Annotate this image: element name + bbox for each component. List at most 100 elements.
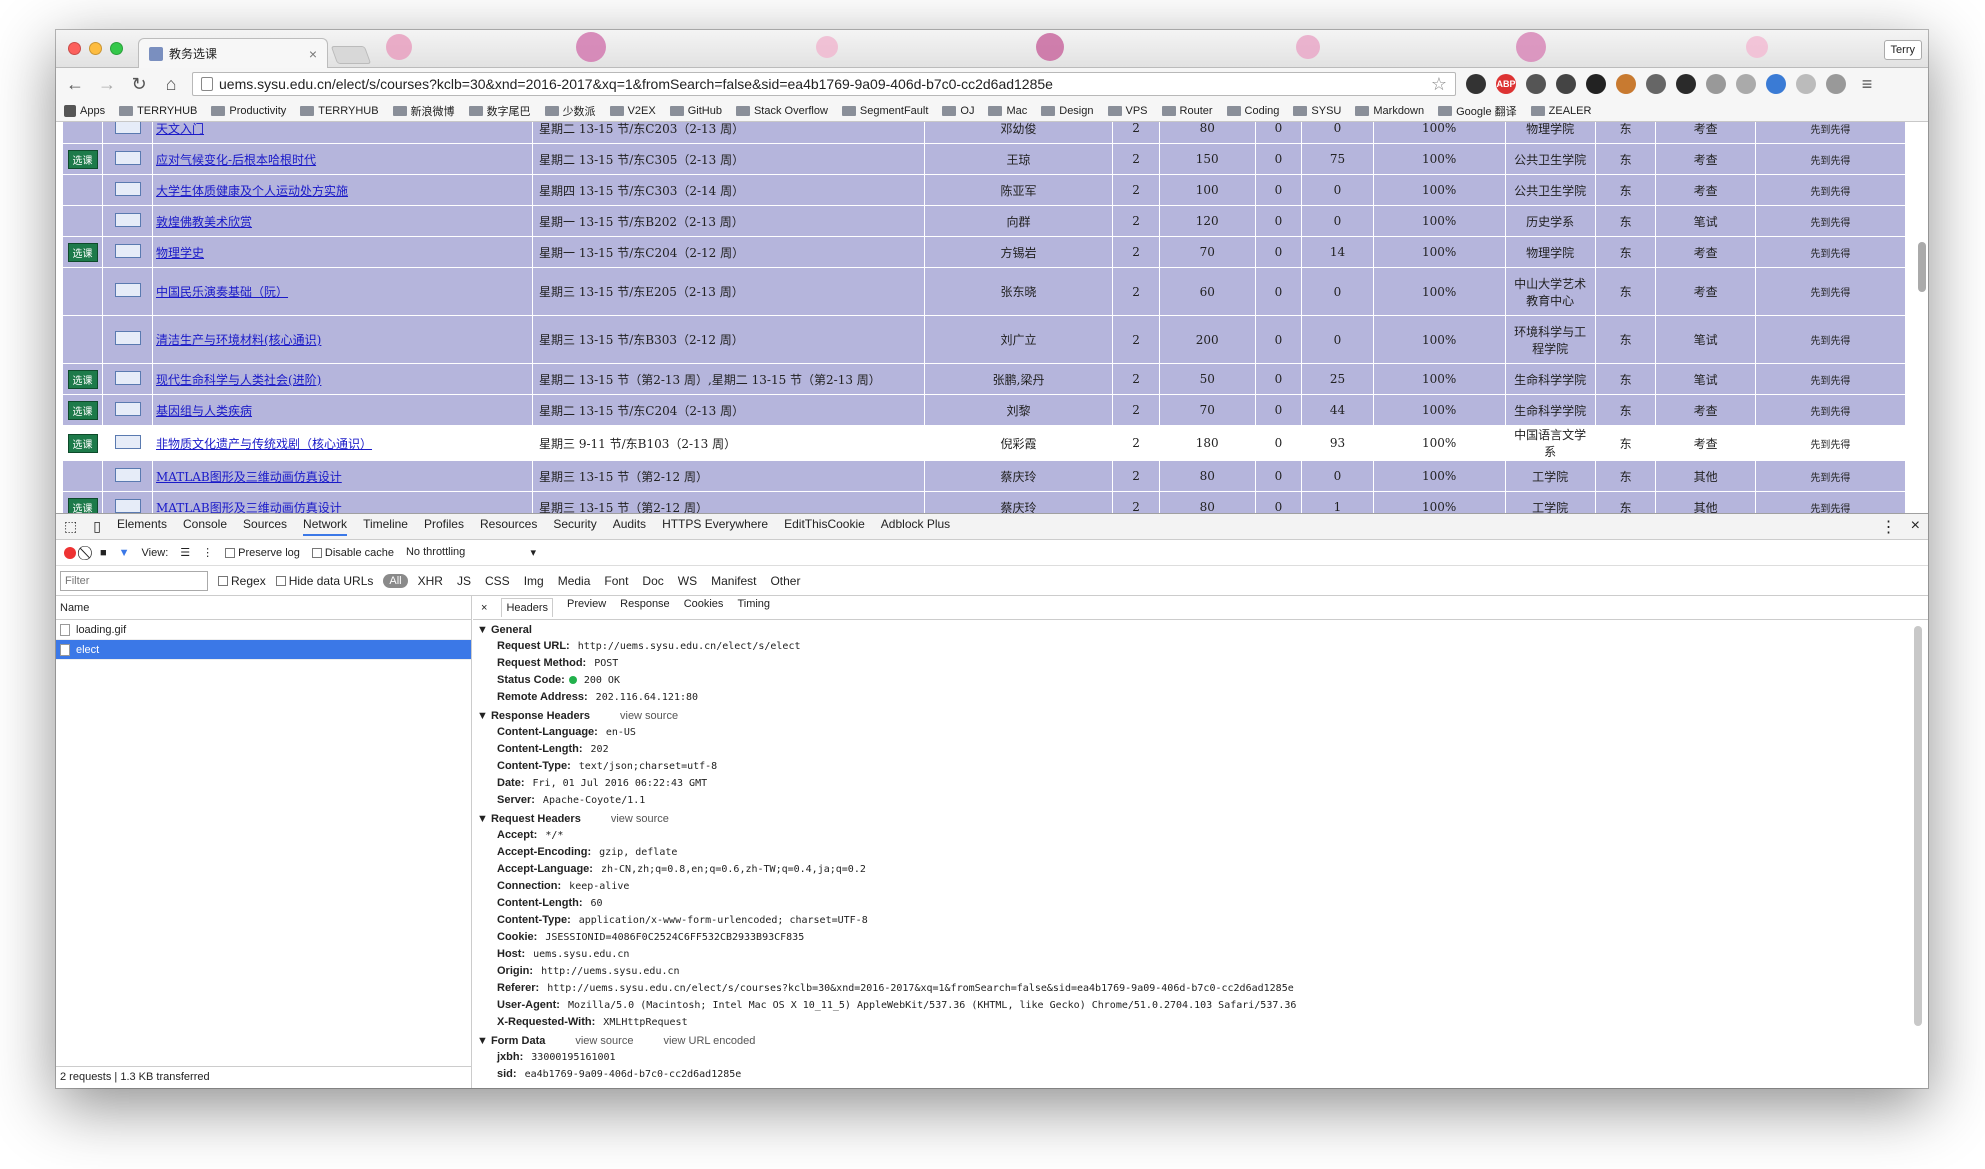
detail-tab[interactable]: Timing bbox=[737, 598, 770, 617]
devtools-tab[interactable]: Adblock Plus bbox=[881, 517, 950, 536]
collapse-triangle-icon[interactable]: ▼ bbox=[477, 710, 491, 722]
bookmark-item[interactable]: Google 翻译 bbox=[1438, 103, 1517, 119]
detail-tab[interactable]: Response bbox=[620, 598, 670, 617]
devtools-tab[interactable]: Profiles bbox=[424, 517, 464, 536]
view-url-encoded-link[interactable]: view URL encoded bbox=[663, 1035, 755, 1047]
cookie-icon[interactable] bbox=[1616, 74, 1636, 94]
course-info-icon[interactable] bbox=[114, 243, 141, 258]
bookmark-item[interactable]: SYSU bbox=[1293, 105, 1341, 117]
course-name-link[interactable]: 非物质文化遗产与传统戏剧（核心通识） bbox=[152, 425, 533, 461]
bookmark-item[interactable]: Coding bbox=[1226, 105, 1279, 117]
bookmark-item[interactable]: Stack Overflow bbox=[735, 105, 828, 117]
view-source-link[interactable]: view source bbox=[611, 813, 669, 825]
course-info-icon[interactable] bbox=[114, 498, 141, 513]
cloud-icon[interactable] bbox=[1826, 74, 1846, 94]
hide-data-urls-checkbox[interactable]: Hide data URLs bbox=[275, 574, 373, 588]
devtools-tab[interactable]: Console bbox=[183, 517, 227, 536]
inspect-icon[interactable]: ⬚ bbox=[64, 518, 77, 535]
new-tab-button[interactable] bbox=[330, 46, 372, 64]
section-header[interactable]: ▼ Form Data view source view URL encoded bbox=[473, 1033, 1928, 1049]
devtools-tab[interactable]: Security bbox=[553, 517, 596, 536]
umbrella-icon[interactable] bbox=[1736, 74, 1756, 94]
bookmark-item[interactable]: TERRYHUB bbox=[119, 105, 197, 117]
request-row[interactable]: elect bbox=[56, 640, 471, 660]
select-course-button[interactable]: 选课 bbox=[67, 149, 98, 169]
record-icon[interactable] bbox=[64, 546, 76, 559]
course-name-link[interactable]: 物理学史 bbox=[152, 236, 533, 268]
devtools-tab[interactable]: Sources bbox=[243, 517, 287, 536]
reload-icon[interactable]: ↻ bbox=[128, 74, 150, 95]
back-icon[interactable]: ← bbox=[64, 74, 86, 95]
home-icon[interactable]: ⌂ bbox=[160, 74, 182, 95]
section-header[interactable]: ▼ Request Headers view source bbox=[473, 811, 1928, 827]
select-course-button[interactable]: 选课 bbox=[67, 400, 98, 420]
filter-type-button[interactable]: CSS bbox=[485, 574, 510, 588]
filter-type-button[interactable]: Doc bbox=[642, 574, 663, 588]
bookmark-item[interactable]: Apps bbox=[64, 104, 105, 117]
devtools-tab[interactable]: Resources bbox=[480, 517, 537, 536]
camera-icon[interactable] bbox=[1676, 74, 1696, 94]
filter-type-button[interactable]: Other bbox=[770, 574, 800, 588]
bookmark-item[interactable]: Mac bbox=[988, 105, 1027, 117]
page-info-icon[interactable] bbox=[201, 77, 213, 91]
close-detail-icon[interactable]: × bbox=[481, 602, 487, 614]
devtools-tab[interactable]: Network bbox=[303, 517, 348, 536]
throttling-select[interactable]: No throttling ▾ bbox=[406, 546, 536, 559]
bookmark-item[interactable]: 新浪微博 bbox=[392, 103, 455, 119]
bookmark-item[interactable]: SegmentFault bbox=[841, 105, 928, 117]
page-scrollbar[interactable] bbox=[1918, 242, 1926, 292]
extension-icon[interactable] bbox=[1466, 74, 1486, 94]
course-name-link[interactable]: 应对气候变化-后根本哈根时代 bbox=[152, 143, 533, 175]
device-mode-icon[interactable]: ▯ bbox=[93, 518, 101, 535]
select-course-button[interactable]: 选课 bbox=[67, 497, 98, 513]
course-info-icon[interactable] bbox=[114, 283, 141, 297]
collapse-triangle-icon[interactable]: ▼ bbox=[477, 813, 491, 825]
filter-type-button[interactable]: Media bbox=[558, 574, 591, 588]
course-name-link[interactable]: 大学生体质健康及个人运动处方实施 bbox=[152, 174, 533, 206]
menu-icon[interactable]: ≡ bbox=[1856, 74, 1878, 95]
collapse-triangle-icon[interactable]: ▼ bbox=[477, 624, 491, 636]
name-column-header[interactable]: Name bbox=[56, 596, 471, 620]
filter-type-button[interactable]: Manifest bbox=[711, 574, 756, 588]
course-info-icon[interactable] bbox=[114, 212, 141, 227]
disable-cache-checkbox[interactable]: Disable cache bbox=[311, 547, 394, 559]
course-name-link[interactable]: 基因组与人类疾病 bbox=[152, 394, 533, 426]
course-info-icon[interactable] bbox=[114, 401, 141, 416]
capture-screenshots-icon[interactable]: ■ bbox=[100, 547, 107, 559]
bookmark-item[interactable]: Router bbox=[1161, 105, 1213, 117]
course-name-link[interactable]: MATLAB图形及三维动画仿真设计 bbox=[152, 491, 533, 513]
bookmark-item[interactable]: GitHub bbox=[669, 105, 722, 117]
section-header[interactable]: ▼ General bbox=[473, 622, 1928, 638]
filter-type-button[interactable]: WS bbox=[678, 574, 697, 588]
devtools-tab[interactable]: Elements bbox=[117, 517, 167, 536]
filter-all-button[interactable]: All bbox=[383, 573, 408, 588]
select-course-button[interactable]: 选课 bbox=[67, 242, 98, 262]
minimize-window-button[interactable] bbox=[89, 42, 102, 55]
devtools-tab[interactable]: HTTPS Everywhere bbox=[662, 517, 768, 536]
profile-button[interactable]: Terry bbox=[1883, 40, 1922, 60]
course-name-link[interactable]: 天文入门 bbox=[152, 122, 533, 144]
devtools-tab[interactable]: Audits bbox=[613, 517, 646, 536]
tree-icon[interactable] bbox=[1766, 74, 1786, 94]
sync-icon[interactable] bbox=[1646, 74, 1666, 94]
bookmark-item[interactable]: VPS bbox=[1107, 105, 1148, 117]
course-info-icon[interactable] bbox=[114, 370, 141, 385]
filter-type-button[interactable]: JS bbox=[457, 574, 471, 588]
collapse-triangle-icon[interactable]: ▼ bbox=[477, 1035, 491, 1047]
bookmark-item[interactable]: 数字尾巴 bbox=[468, 103, 531, 119]
course-info-icon[interactable] bbox=[114, 181, 141, 196]
close-tab-icon[interactable]: × bbox=[309, 46, 317, 62]
course-name-link[interactable]: 现代生命科学与人类社会(进阶) bbox=[152, 363, 533, 395]
course-info-icon[interactable] bbox=[114, 150, 141, 165]
select-course-button[interactable]: 选课 bbox=[67, 433, 98, 453]
course-info-icon[interactable] bbox=[114, 331, 141, 345]
bookmark-item[interactable]: TERRYHUB bbox=[300, 105, 379, 117]
adblock-icon[interactable]: ABP bbox=[1496, 74, 1516, 94]
section-header[interactable]: ▼ Response Headers view source bbox=[473, 708, 1928, 724]
bookmark-item[interactable]: Productivity bbox=[211, 105, 286, 117]
bookmark-item[interactable]: Markdown bbox=[1355, 105, 1424, 117]
m-icon[interactable] bbox=[1796, 74, 1816, 94]
course-name-link[interactable]: MATLAB图形及三维动画仿真设计 bbox=[152, 460, 533, 492]
close-window-button[interactable] bbox=[68, 42, 81, 55]
bookmark-item[interactable]: 少数派 bbox=[544, 103, 596, 119]
